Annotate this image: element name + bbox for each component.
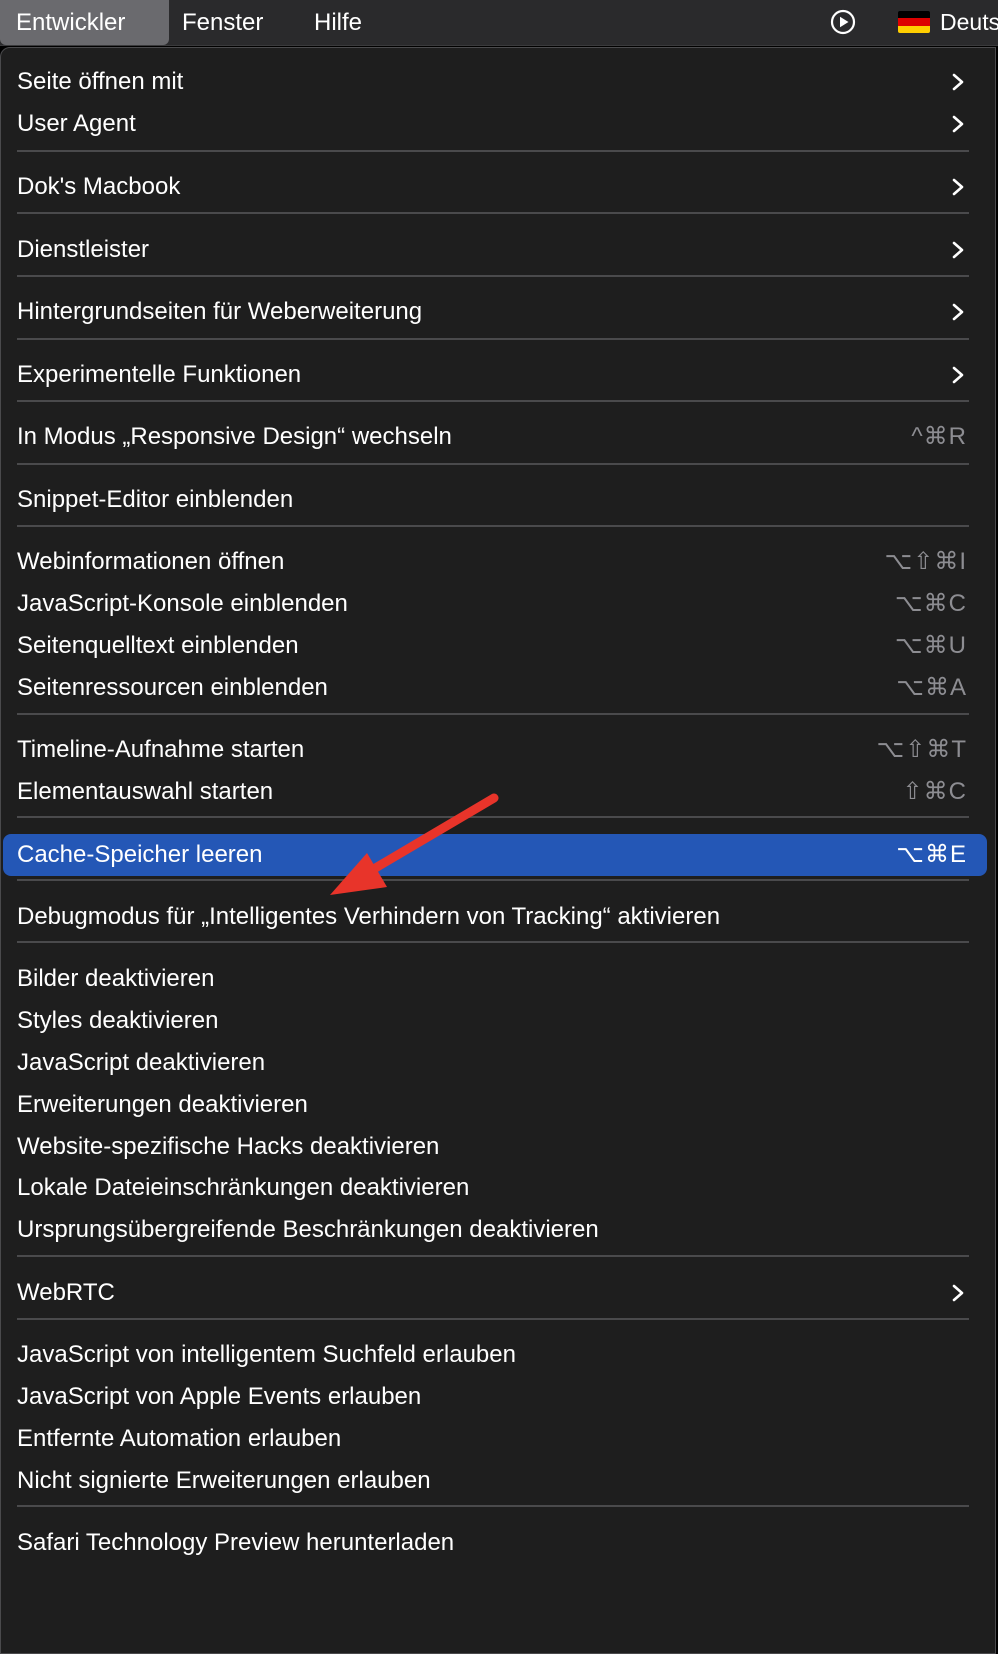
chevron-right-icon [952,241,964,259]
menu-item-label: Seite öffnen mit [17,68,184,95]
menu-item-label: Hintergrundseiten für Weberweiterung [17,298,423,325]
menu-bar-item-entwickler[interactable]: Entwickler [16,0,125,45]
menu-separator [17,713,969,715]
menu-item[interactable]: JavaScript deaktivieren [1,1042,987,1084]
menu-item[interactable]: Timeline-Aufnahme starten ⌥⇧⌘T [1,729,987,771]
menu-item[interactable]: Nicht signierte Erweiterungen erlauben [1,1460,987,1502]
menu-item-shortcut: ⌥⌘E [896,841,967,868]
entwickler-menu: Seite öffnen mit User Agent Dok's Macbook D… [0,47,996,1654]
chevron-right-icon [952,73,964,91]
menu-item[interactable]: Dok's Macbook [1,166,987,208]
menu-separator [17,338,969,340]
play-circle-icon[interactable] [830,9,856,35]
menu-item-label: JavaScript von intelligentem Suchfeld er… [17,1341,516,1368]
menu-item[interactable]: Debugmodus für „Intelligentes Verhindern… [1,896,987,938]
menu-item[interactable]: In Modus „Responsive Design“ wechseln ^⌘R [1,416,987,458]
menu-item[interactable]: Elementauswahl starten ⇧⌘C [1,771,987,813]
menu-item[interactable]: Lokale Dateieinschränkungen deaktivieren [1,1167,987,1209]
menu-item[interactable]: User Agent [1,103,987,145]
menu-item-label: Website-spezifische Hacks deaktivieren [17,1133,440,1160]
menu-item-label: Styles deaktivieren [17,1007,219,1034]
menu-separator [17,400,969,402]
menu-item-label: Dok's Macbook [17,173,181,200]
menu-item-label: Erweiterungen deaktivieren [17,1091,308,1118]
chevron-right-icon [952,366,964,384]
menu-bar: Entwickler Fenster Hilfe Deuts [0,0,998,46]
chevron-right-icon [952,178,964,196]
menu-separator [17,275,969,277]
menu-item[interactable]: Seitenquelltext einblenden ⌥⌘U [1,625,987,667]
menu-item-shortcut: ⇧⌘C [902,778,967,805]
menu-item[interactable]: Entfernte Automation erlauben [1,1418,987,1460]
menu-item-label: Webinformationen öffnen [17,548,285,575]
menu-separator [17,816,969,818]
menu-item-shortcut: ^⌘R [911,423,967,450]
menu-item-label: Nicht signierte Erweiterungen erlauben [17,1467,431,1494]
menu-separator [17,1505,969,1507]
menu-item-label: Elementauswahl starten [17,778,274,805]
menu-item-label: Seitenquelltext einblenden [17,632,299,659]
menu-item-label: Seitenressourcen einblenden [17,674,328,701]
menu-item-shortcut: ⌥⇧⌘T [876,736,967,763]
menu-item-label: Timeline-Aufnahme starten [17,736,305,763]
menu-item[interactable]: Hintergrundseiten für Weberweiterung [1,291,987,333]
menu-item[interactable]: JavaScript-Konsole einblenden ⌥⌘C [1,583,987,625]
chevron-right-icon [952,115,964,133]
menu-separator [17,1255,969,1257]
menu-separator [17,212,969,214]
menu-bar-item-fenster[interactable]: Fenster [182,0,263,45]
menu-item[interactable]: Snippet-Editor einblenden [1,479,987,521]
menu-item[interactable]: Safari Technology Preview herunterladen [1,1522,987,1564]
menu-item-shortcut: ⌥⌘A [896,674,967,701]
menu-separator [17,1318,969,1320]
menu-item[interactable]: Erweiterungen deaktivieren [1,1084,987,1126]
menu-item-label: JavaScript-Konsole einblenden [17,590,348,617]
menu-item[interactable]: Bilder deaktivieren [1,958,987,1000]
menu-item[interactable]: Cache-Speicher leeren ⌥⌘E [3,834,987,876]
menu-item-label: JavaScript von Apple Events erlauben [17,1383,422,1410]
menu-item[interactable]: JavaScript von intelligentem Suchfeld er… [1,1334,987,1376]
menu-item[interactable]: Website-spezifische Hacks deaktivieren [1,1126,987,1168]
menu-item[interactable]: Dienstleister [1,229,987,271]
menu-item[interactable]: JavaScript von Apple Events erlauben [1,1376,987,1418]
menu-item-label: Bilder deaktivieren [17,965,215,992]
menu-item-label: JavaScript deaktivieren [17,1049,266,1076]
menu-item-label: Entfernte Automation erlauben [17,1425,342,1452]
menu-item-shortcut: ⌥⌘C [895,590,967,617]
menu-item-label: In Modus „Responsive Design“ wechseln [17,423,452,450]
menu-item[interactable]: Seitenressourcen einblenden ⌥⌘A [1,667,987,709]
menu-item-label: Experimentelle Funktionen [17,361,302,388]
menu-item-label: Dienstleister [17,236,150,263]
chevron-right-icon [952,303,964,321]
menu-item-label: Lokale Dateieinschränkungen deaktivieren [17,1174,470,1201]
menu-item-label: Safari Technology Preview herunterladen [17,1529,455,1556]
menu-item[interactable]: Seite öffnen mit [1,61,987,103]
input-language-label[interactable]: Deuts [940,0,998,45]
menu-item-shortcut: ⌥⌘U [895,632,967,659]
menu-item[interactable]: Styles deaktivieren [1,1000,987,1042]
menu-separator [17,150,969,152]
menu-item[interactable]: Experimentelle Funktionen [1,354,987,396]
menu-item[interactable]: WebRTC [1,1272,987,1314]
menu-item-label: WebRTC [17,1279,115,1306]
chevron-right-icon [952,1284,964,1302]
menu-separator [17,879,969,881]
menu-item-shortcut: ⌥⇧⌘I [884,548,967,575]
menu-item-label: User Agent [17,110,136,137]
menu-separator [17,941,969,943]
menu-bar-item-hilfe[interactable]: Hilfe [314,0,362,45]
menu-item[interactable]: Webinformationen öffnen ⌥⇧⌘I [1,541,987,583]
menu-item-label: Debugmodus für „Intelligentes Verhindern… [17,903,721,930]
menu-item-label: Snippet-Editor einblenden [17,486,294,513]
menu-separator [17,463,969,465]
menu-item-label: Ursprungsübergreifende Beschränkungen de… [17,1216,599,1243]
menu-item-label: Cache-Speicher leeren [17,841,263,868]
menu-item[interactable]: Ursprungsübergreifende Beschränkungen de… [1,1209,987,1251]
german-flag-icon[interactable] [898,11,930,33]
menu-separator [17,525,969,527]
